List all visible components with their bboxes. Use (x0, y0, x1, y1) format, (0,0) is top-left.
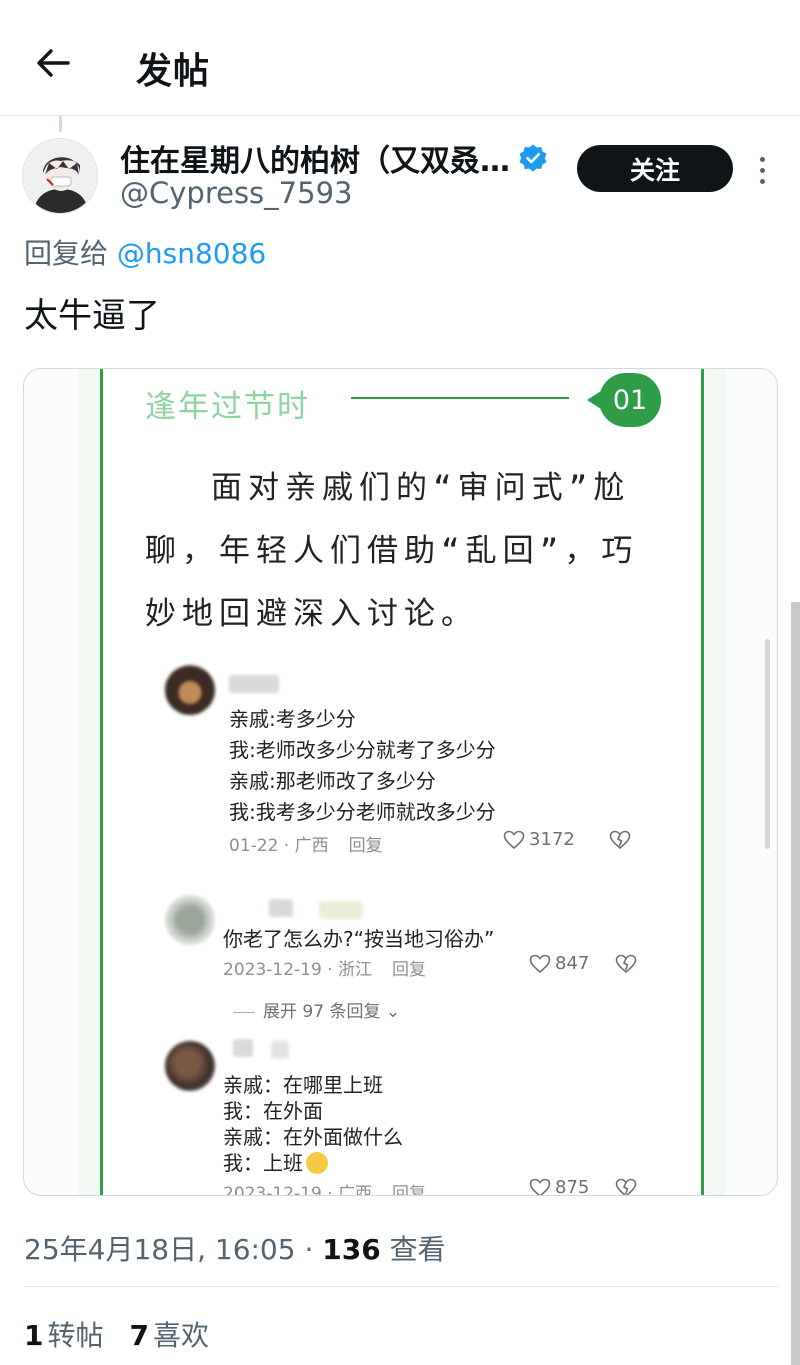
reply-mention-link[interactable]: @hsn8086 (117, 237, 266, 270)
heart-icon (529, 954, 551, 973)
timestamp-text: 25年4月18日, 16:05 · (24, 1233, 323, 1266)
image-number-badge: 01 (587, 373, 661, 427)
broken-heart-icon (609, 830, 631, 850)
image-body-text: 面对亲戚们的“审问式”尬聊，年轻人们借助“乱回”，巧妙地回避深入讨论。 (145, 470, 639, 632)
repost-stat[interactable]: 1 转帖 (24, 1314, 104, 1354)
post-image[interactable]: 逢年过节时 01 面对亲戚们的“审问式”尬聊，年轻人们借助“乱回”，巧妙地回避深… (23, 368, 778, 1196)
image-divider (351, 397, 569, 399)
comment-like-count: 875 (529, 1177, 589, 1195)
comment-line: 我：在外面 (223, 1099, 323, 1123)
image-side-strip (704, 369, 726, 1195)
comment-meta: 01-22 · 广西 回复 (229, 836, 383, 856)
comment-meta: 2023-12-19 · 广西 回复 (223, 1184, 427, 1196)
post-text: 太牛逼了 (24, 296, 160, 336)
top-bar: 发帖 (0, 0, 800, 116)
comment-avatar (165, 1041, 215, 1091)
comment-like-count: 847 (529, 953, 589, 974)
comment-line: 亲戚:考多少分 (229, 707, 356, 731)
comment-username-blurred (271, 1041, 289, 1059)
comment-username-blurred (269, 899, 293, 917)
broken-heart-icon (615, 954, 637, 974)
divider (24, 1286, 778, 1287)
verified-badge-icon (519, 144, 547, 172)
view-label: 查看 (380, 1233, 446, 1266)
heart-icon (529, 1178, 551, 1195)
comment-line: 亲戚:那老师改了多少分 (229, 769, 436, 793)
author-display-name[interactable]: 住在星期八的柏树（又双叒… (120, 136, 510, 180)
view-count: 136 (322, 1233, 381, 1266)
page-title: 发帖 (136, 51, 211, 92)
comment-line: 你老了怎么办?“按当地习俗办” (223, 927, 495, 951)
author-name[interactable]: 住在星期八的柏树（又双叒… (120, 136, 548, 180)
engagement-stats: 1 转帖 7 喜欢 (24, 1314, 209, 1354)
image-side-strip (78, 369, 100, 1195)
comment-avatar (165, 665, 215, 715)
image-scrollbar (765, 639, 770, 849)
thread-connector (59, 116, 62, 132)
page-scrollbar[interactable] (791, 602, 800, 1365)
post-timestamp: 25年4月18日, 16:05 · 136 查看 (24, 1228, 446, 1268)
like-stat[interactable]: 7 喜欢 (130, 1314, 210, 1354)
arrow-left-icon (37, 49, 70, 77)
broken-heart-icon (615, 1178, 637, 1195)
comment-meta: 2023-12-19 · 浙江 回复 (223, 960, 427, 980)
comment-like-count: 3172 (503, 829, 575, 850)
image-section-title: 逢年过节时 (145, 389, 310, 425)
expand-replies-link: 展开 97 条回复 ⌄ (233, 997, 400, 1022)
author-avatar[interactable] (22, 138, 98, 214)
image-content: 逢年过节时 01 面对亲戚们的“审问式”尬聊，年轻人们借助“乱回”，巧妙地回避深… (100, 369, 704, 1196)
reply-prefix: 回复给 (24, 237, 117, 270)
reply-context: 回复给 @hsn8086 (24, 232, 266, 272)
comment-username-blurred (229, 675, 279, 693)
comment-username-blurred (233, 1039, 253, 1057)
more-options-icon[interactable] (748, 150, 776, 190)
comment-avatar (165, 895, 215, 945)
back-button[interactable] (30, 40, 76, 86)
comment-line: 我:我考多少分老师就改多少分 (229, 800, 496, 824)
grin-emoji-icon (306, 1152, 328, 1174)
comment-line: 我:老师改多少分就考了多少分 (229, 738, 496, 762)
heart-icon (503, 830, 525, 849)
comment-line: 我：上班 (223, 1147, 328, 1176)
comment-line: 亲戚：在外面做什么 (223, 1125, 403, 1149)
author-handle[interactable]: @Cypress_7593 (120, 176, 352, 210)
comment-line: 亲戚：在哪里上班 (223, 1073, 383, 1097)
comment-username-blurred (319, 901, 363, 919)
follow-button[interactable]: 关注 (577, 145, 733, 192)
